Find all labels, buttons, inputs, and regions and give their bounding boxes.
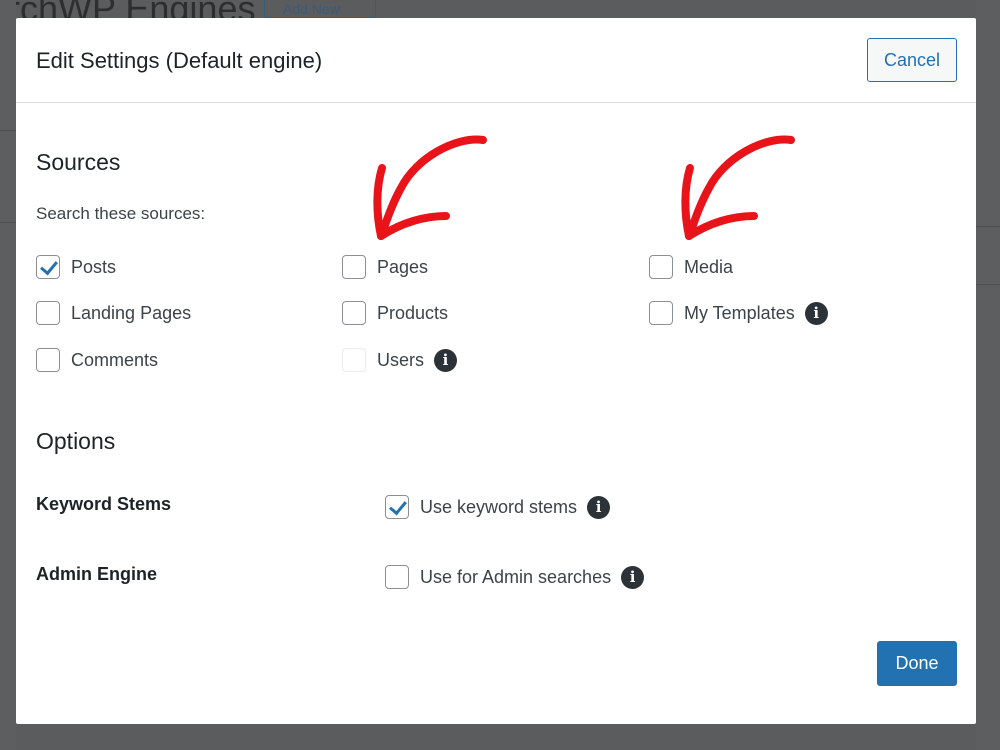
comments-checkbox[interactable] — [36, 348, 60, 372]
keyword-stems-label: Keyword Stems — [36, 494, 172, 514]
source-my-templates[interactable]: My Templates i — [649, 300, 828, 326]
landing-pages-checkbox[interactable] — [36, 301, 60, 325]
users-checkbox[interactable] — [342, 348, 366, 372]
source-label: My Templates — [684, 302, 795, 323]
background-left-strip — [0, 0, 16, 750]
keyword-stems-option[interactable]: Use keyword stems i — [385, 494, 611, 520]
source-label: Products — [377, 302, 449, 323]
source-users[interactable]: Users i — [342, 347, 458, 373]
background-add-new-button: Add New — [264, 0, 376, 18]
source-label: Landing Pages — [71, 302, 192, 323]
source-label: Comments — [71, 349, 159, 370]
source-label: Pages — [377, 256, 429, 277]
sources-subtext: Search these sources: — [36, 204, 206, 223]
edit-settings-modal: Edit Settings (Default engine) Cancel So… — [16, 18, 976, 724]
background-right-strip — [976, 0, 1000, 750]
background-divider — [0, 222, 16, 223]
source-label: Users — [377, 349, 425, 370]
red-arrow-icon — [373, 135, 487, 240]
background-divider — [976, 284, 1000, 285]
admin-engine-label: Admin Engine — [36, 564, 157, 584]
options-heading: Options — [36, 428, 116, 454]
pages-checkbox[interactable] — [342, 255, 366, 279]
modal-header: Edit Settings (Default engine) Cancel — [16, 18, 976, 103]
admin-engine-option[interactable]: Use for Admin searches i — [385, 564, 645, 590]
background-divider — [976, 226, 1000, 227]
source-label: Posts — [71, 256, 117, 277]
source-comments[interactable]: Comments — [36, 347, 158, 373]
source-products[interactable]: Products — [342, 300, 448, 326]
admin-engine-checkbox[interactable] — [385, 565, 409, 589]
option-control-label: Use for Admin searches — [420, 566, 612, 587]
info-icon[interactable]: i — [587, 495, 611, 519]
info-icon[interactable]: i — [804, 301, 828, 325]
sources-heading: Sources — [36, 149, 121, 175]
media-checkbox[interactable] — [649, 255, 673, 279]
option-control-label: Use keyword stems — [420, 496, 578, 517]
source-posts[interactable]: Posts — [36, 254, 116, 280]
info-icon[interactable]: i — [434, 348, 458, 372]
my-templates-checkbox[interactable] — [649, 301, 673, 325]
red-arrow-icon — [681, 135, 795, 240]
posts-checkbox[interactable] — [36, 255, 60, 279]
source-label: Media — [684, 256, 734, 277]
source-landing-pages[interactable]: Landing Pages — [36, 300, 191, 326]
modal-title: Edit Settings (Default engine) — [36, 48, 323, 73]
background-divider — [0, 130, 16, 131]
done-button[interactable]: Done — [877, 641, 957, 686]
products-checkbox[interactable] — [342, 301, 366, 325]
info-icon[interactable]: i — [621, 565, 645, 589]
cancel-button[interactable]: Cancel — [867, 38, 957, 82]
keyword-stems-checkbox[interactable] — [385, 495, 409, 519]
